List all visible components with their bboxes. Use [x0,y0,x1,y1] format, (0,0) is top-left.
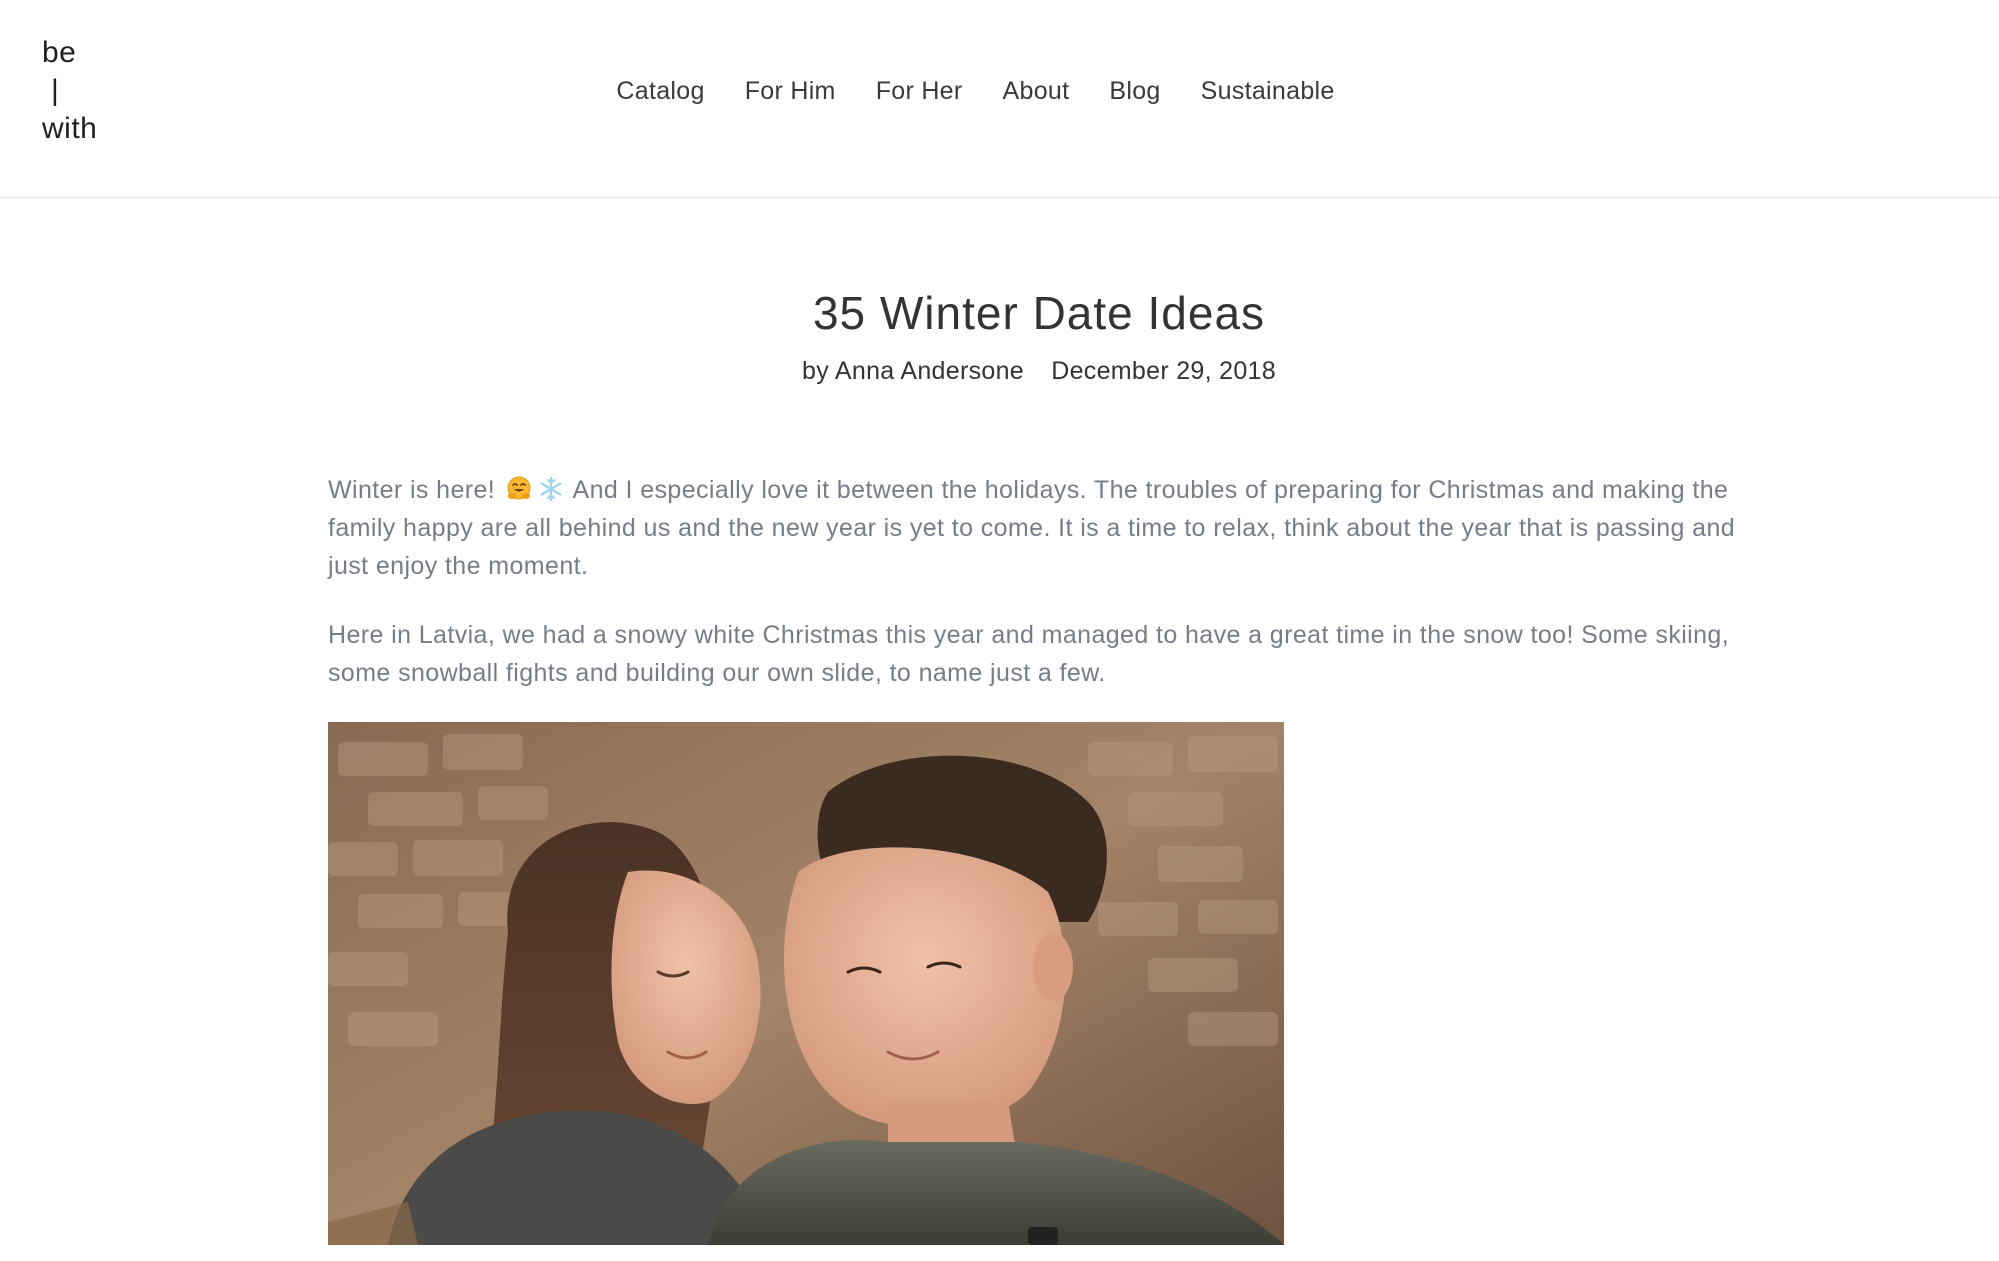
main-nav: Catalog For Him For Her About Blog Susta… [0,74,1999,108]
nav-link-for-her[interactable]: For Her [876,74,963,108]
snowflake-emoji-icon [539,476,562,502]
logo-line-be: be [42,36,77,69]
nav-link-for-him[interactable]: For Him [745,74,836,108]
article-paragraph-2: Here in Latvia, we had a snowy white Chr… [328,621,1730,687]
nav-link-blog[interactable]: Blog [1109,74,1160,108]
couple-photo-illustration [328,722,1284,1245]
article-meta: by Anna Andersone December 29, 2018 [328,354,1750,388]
hugging-face-emoji-icon [507,476,531,500]
article-body: Winter is here! And I especially love it… [328,471,1750,692]
article-author: by Anna Andersone [802,357,1024,385]
nav-link-about[interactable]: About [1003,74,1070,108]
article-paragraph-1: Winter is here! And I especially love it… [328,471,1750,585]
paragraph-lead: Winter is here! [328,476,496,504]
blog-article: 35 Winter Date Ideas by Anna Andersone D… [328,198,1750,1245]
logo-line-with: with [42,112,98,145]
nav-link-sustainable[interactable]: Sustainable [1201,74,1335,108]
nav-link-catalog[interactable]: Catalog [616,74,704,108]
article-title: 35 Winter Date Ideas [812,287,1266,339]
article-date: December 29, 2018 [1051,357,1276,385]
site-header: be | with Catalog For Him For Her About … [0,0,1999,198]
couple-photo [328,722,1284,1245]
